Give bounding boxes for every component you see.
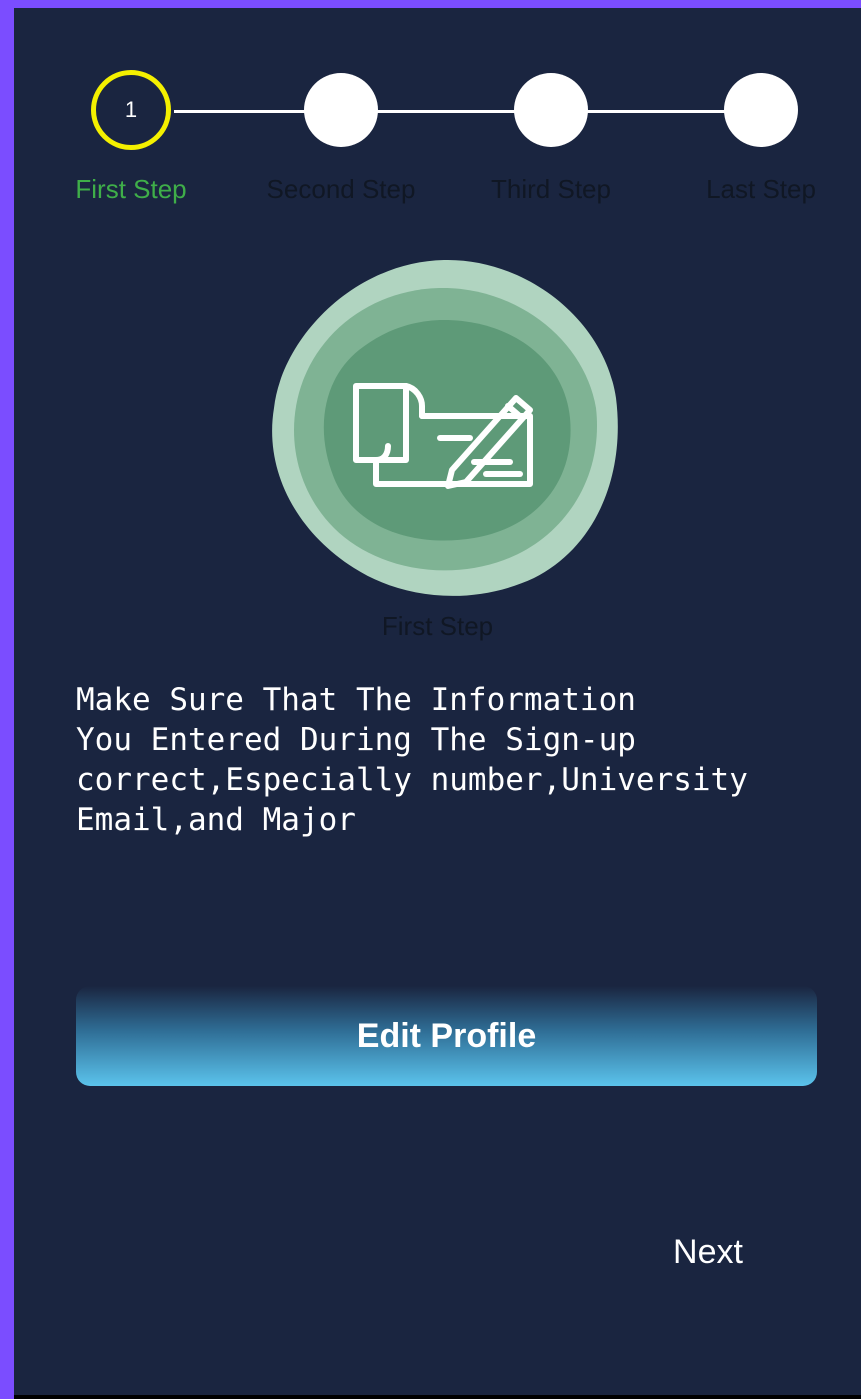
next-button[interactable]: Next — [658, 1226, 758, 1278]
step-connector-2-3 — [374, 110, 524, 113]
edit-profile-button[interactable]: Edit Profile — [76, 986, 817, 1086]
stepper: 1 First Step Second Step Third Step Last… — [14, 8, 861, 228]
step-2-indicator[interactable] — [304, 73, 378, 147]
onboarding-screen: 1 First Step Second Step Third Step Last… — [14, 8, 861, 1395]
window-frame-left — [0, 0, 14, 1399]
step-3-indicator[interactable] — [514, 73, 588, 147]
window-frame-bottom — [14, 1395, 861, 1399]
step-1-number: 1 — [124, 97, 138, 122]
step-illustration — [264, 248, 624, 608]
step-3-label: Third Step — [491, 174, 611, 204]
instruction-text: Make Sure That The Information You Enter… — [76, 682, 748, 838]
step-1-indicator[interactable]: 1 — [91, 70, 171, 150]
window-frame-top — [0, 0, 861, 8]
step-2-label: Second Step — [266, 174, 416, 204]
step-connector-3-4 — [584, 110, 734, 113]
step-1-label: First Step — [75, 174, 187, 204]
illustration-caption: First Step — [381, 611, 494, 641]
step-4-label: Last Step — [706, 174, 816, 204]
step-4-indicator[interactable] — [724, 73, 798, 147]
illustration-blob — [272, 259, 618, 596]
